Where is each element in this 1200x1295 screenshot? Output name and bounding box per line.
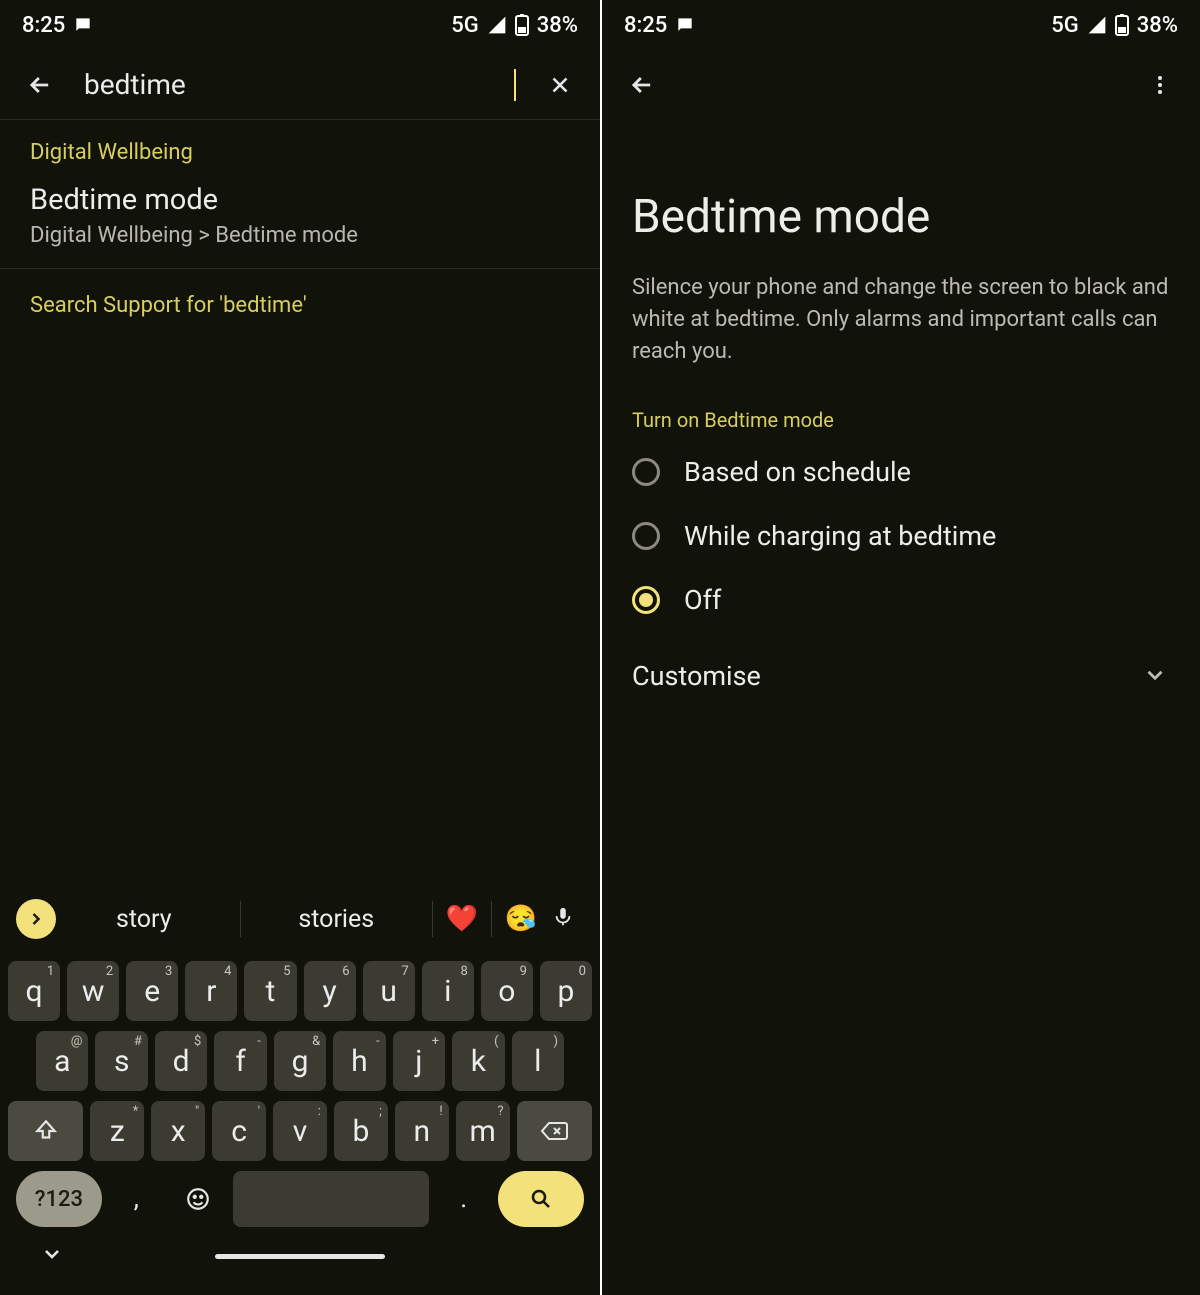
signal-icon [1087,15,1107,35]
radio-label: Off [684,584,721,616]
network-label: 5G [1051,13,1079,38]
battery-pct: 38% [537,13,578,38]
suggestion-bar: story stories ❤️ 😪 [0,883,600,955]
status-time: 8:25 [22,13,65,38]
key-p[interactable]: p0 [540,961,592,1021]
back-button[interactable] [626,69,658,101]
signal-icon [487,15,507,35]
network-label: 5G [451,13,479,38]
key-h[interactable]: h- [333,1031,385,1091]
radio-label: While charging at bedtime [684,520,996,552]
radio-charging[interactable]: While charging at bedtime [602,504,1200,568]
back-button[interactable] [24,69,56,101]
message-icon [73,15,93,35]
key-u[interactable]: u7 [363,961,415,1021]
key-v[interactable]: v: [273,1101,327,1161]
emoji-key[interactable] [171,1171,226,1227]
customise-label: Customise [632,660,761,692]
key-t[interactable]: t5 [244,961,296,1021]
nav-bar [0,1227,600,1285]
battery-icon [515,14,529,36]
key-w[interactable]: w2 [67,961,119,1021]
suggestion-word[interactable]: story [56,905,232,934]
key-e[interactable]: e3 [126,961,178,1021]
key-m[interactable]: m? [456,1101,510,1161]
search-input[interactable]: bedtime [84,68,516,101]
space-key[interactable] [233,1171,429,1227]
result-category: Digital Wellbeing [0,120,600,171]
key-z[interactable]: z* [90,1101,144,1161]
symbols-key[interactable]: ?123 [16,1171,102,1227]
key-n[interactable]: n! [395,1101,449,1161]
key-q[interactable]: q1 [8,961,60,1021]
status-time: 8:25 [624,13,667,38]
comma-key[interactable]: , [109,1171,164,1227]
suggestion-emoji[interactable]: ❤️ [441,904,483,934]
result-title: Bedtime mode [30,183,570,217]
key-j[interactable]: j+ [393,1031,445,1091]
status-bar: 8:25 5G 38% [0,0,600,50]
screenshot-search: 8:25 5G 38% bedtime [0,0,600,1295]
overflow-menu-button[interactable] [1144,69,1176,101]
section-title: Turn on Bedtime mode [602,408,1200,440]
mic-button[interactable] [542,906,584,932]
search-result[interactable]: Bedtime mode Digital Wellbeing > Bedtime… [0,171,600,269]
key-g[interactable]: g& [274,1031,326,1091]
home-indicator[interactable] [215,1254,385,1259]
key-c[interactable]: c' [212,1101,266,1161]
expand-suggestions-button[interactable] [16,899,56,939]
app-bar [602,50,1200,120]
radio-icon [632,522,660,550]
screenshot-bedtime-mode: 8:25 5G 38% [600,0,1200,1295]
key-d[interactable]: d$ [155,1031,207,1091]
radio-off[interactable]: Off [602,568,1200,632]
key-r[interactable]: r4 [185,961,237,1021]
radio-label: Based on schedule [684,456,911,488]
message-icon [675,15,695,35]
page-title: Bedtime mode [602,120,1200,268]
radio-icon [632,586,660,614]
key-o[interactable]: o9 [481,961,533,1021]
keyboard-hide-button[interactable] [40,1242,68,1270]
key-i[interactable]: i8 [422,961,474,1021]
keyboard: story stories ❤️ 😪 q1w2e3r4t5y6u7i8o9p0 … [0,883,600,1295]
page-description: Silence your phone and change the screen… [602,268,1200,408]
battery-pct: 38% [1137,13,1178,38]
radio-icon [632,458,660,486]
radio-schedule[interactable]: Based on schedule [602,440,1200,504]
search-key[interactable] [498,1171,584,1227]
battery-icon [1115,14,1129,36]
status-bar: 8:25 5G 38% [602,0,1200,50]
key-a[interactable]: a@ [36,1031,88,1091]
key-k[interactable]: k( [452,1031,504,1091]
customise-row[interactable]: Customise [602,632,1200,720]
chevron-down-icon [1142,662,1170,690]
period-key[interactable]: . [436,1171,491,1227]
key-x[interactable]: x" [151,1101,205,1161]
result-path: Digital Wellbeing > Bedtime mode [30,223,570,248]
backspace-key[interactable] [517,1101,592,1161]
clear-button[interactable] [544,69,576,101]
key-l[interactable]: l) [512,1031,564,1091]
shift-key[interactable] [8,1101,83,1161]
key-y[interactable]: y6 [304,961,356,1021]
suggestion-word[interactable]: stories [249,905,425,934]
search-support-link[interactable]: Search Support for 'bedtime' [0,269,600,342]
suggestion-emoji[interactable]: 😪 [500,904,542,934]
key-b[interactable]: b; [334,1101,388,1161]
search-bar: bedtime [0,50,600,120]
key-s[interactable]: s# [95,1031,147,1091]
key-f[interactable]: f- [214,1031,266,1091]
